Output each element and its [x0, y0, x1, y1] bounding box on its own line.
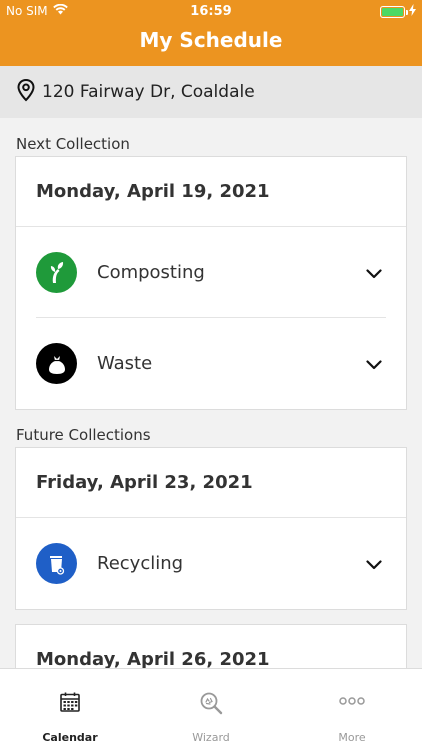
tab-calendar[interactable]: Calendar [0, 669, 140, 750]
chevron-down-icon[interactable] [366, 555, 382, 574]
collection-item-recycling[interactable]: Recycling [16, 518, 406, 609]
tab-more[interactable]: More [282, 669, 422, 750]
chevron-down-icon[interactable] [366, 264, 382, 283]
tab-label: Wizard [192, 731, 230, 744]
calendar-icon [0, 691, 140, 713]
compost-icon [36, 252, 77, 293]
section-label-future: Future Collections [16, 426, 151, 444]
waste-bag-icon [36, 343, 77, 384]
address-selector[interactable]: 120 Fairway Dr, Coaldale [0, 66, 422, 118]
location-pin-icon [16, 78, 36, 106]
item-label: Waste [97, 353, 153, 374]
status-bar: No SIM 16:59 [0, 0, 422, 22]
more-icon [282, 697, 422, 705]
clock: 16:59 [190, 4, 232, 19]
collection-date: Friday, April 23, 2021 [16, 448, 406, 518]
collection-card: Friday, April 23, 2021 Recycling [15, 447, 407, 610]
page-title: My Schedule [139, 28, 283, 52]
wizard-search-icon [141, 691, 281, 715]
address-text: 120 Fairway Dr, Coaldale [42, 82, 255, 102]
collection-date: Monday, April 19, 2021 [16, 157, 406, 227]
chevron-down-icon[interactable] [366, 355, 382, 374]
collection-card: Monday, April 19, 2021 Composting Waste [15, 156, 407, 410]
tab-wizard[interactable]: Wizard [141, 669, 281, 750]
tab-label: More [338, 731, 366, 744]
tab-bar: Calendar Wizard More [0, 668, 422, 750]
section-label-next: Next Collection [16, 135, 130, 153]
battery-icon [380, 5, 408, 18]
item-label: Composting [97, 262, 205, 283]
item-label: Recycling [97, 553, 184, 574]
tab-label: Calendar [42, 731, 98, 744]
charging-icon [409, 4, 416, 19]
collection-item-waste[interactable]: Waste [16, 318, 406, 409]
collection-item-composting[interactable]: Composting [16, 227, 406, 318]
recycling-bin-icon [36, 543, 77, 584]
